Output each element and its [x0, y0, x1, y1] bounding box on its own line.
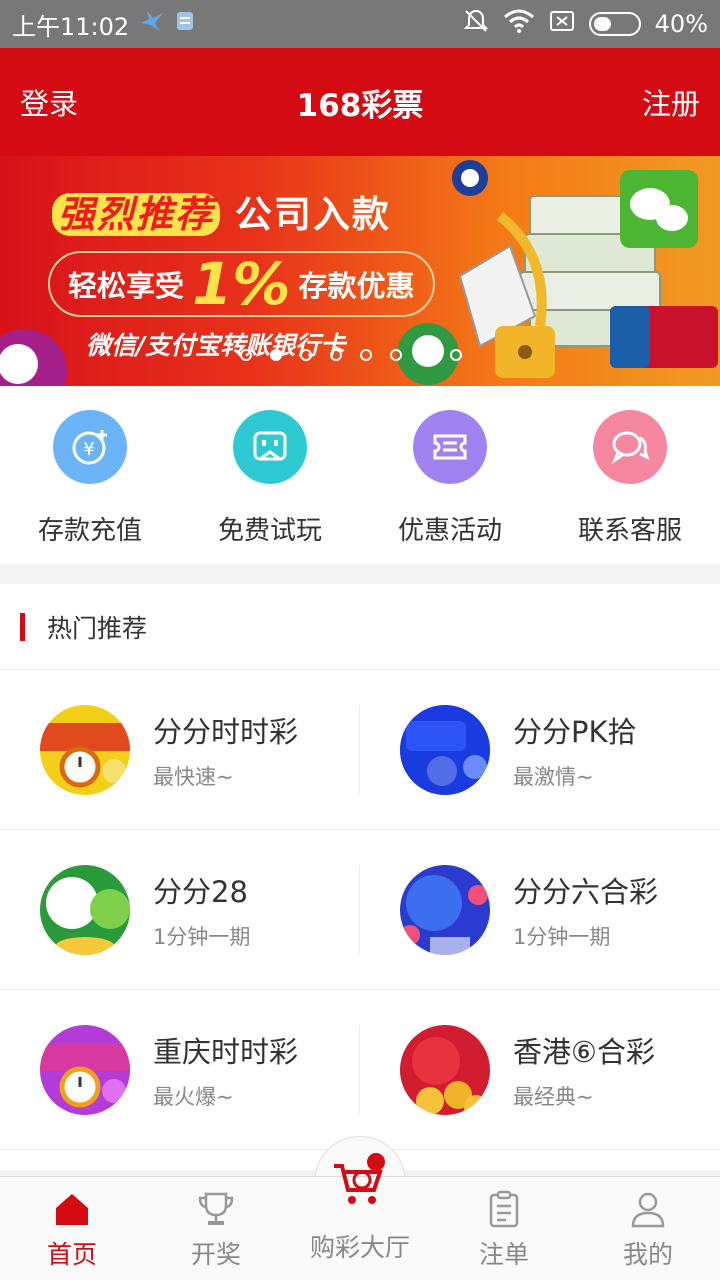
game-name: 分分PK拾: [513, 714, 637, 749]
game-name: 重庆时时彩: [153, 1034, 299, 1069]
lottery-ball-icon: [0, 329, 67, 386]
quick-trial[interactable]: 免费试玩: [180, 386, 360, 564]
carousel-indicator[interactable]: [240, 349, 462, 361]
banner-highlight: 强烈推荐: [52, 193, 220, 236]
page-title: 168彩票: [296, 87, 424, 124]
trial-icon: [233, 410, 307, 484]
quick-support[interactable]: 联系客服: [540, 386, 720, 564]
tab-label: 开奖: [190, 1240, 241, 1269]
carousel-dot[interactable]: [360, 349, 372, 361]
quick-deposit[interactable]: ¥ 存款充值: [0, 386, 180, 564]
carousel-dot[interactable]: [450, 349, 462, 361]
carousel-dot[interactable]: [240, 349, 252, 361]
game-item-ffssc[interactable]: 分分时时彩 最快速~: [0, 670, 360, 830]
ff28-icon: [40, 864, 130, 955]
status-bar: 上午11:02 40%: [0, 0, 720, 48]
banner-headline: 强烈推荐 公司入款: [52, 184, 391, 238]
tab-home[interactable]: 首页: [0, 1177, 144, 1280]
game-desc: 1分钟一期: [153, 924, 251, 949]
game-name: 香港⑥合彩: [513, 1034, 655, 1069]
fflhc-icon: [400, 864, 490, 955]
mute-icon: [463, 8, 489, 40]
ffpk10-icon: [400, 704, 490, 795]
game-item-hklhc[interactable]: 香港⑥合彩 最经典~: [360, 990, 720, 1150]
quick-promotions[interactable]: 优惠活动: [360, 386, 540, 564]
login-button[interactable]: 登录: [20, 81, 78, 123]
promo-banner[interactable]: 强烈推荐 公司入款 轻松享受 1% 存款优惠 微信/支付宝转账银行卡: [0, 156, 720, 386]
banner-offer-percent: 1%: [192, 250, 291, 318]
tab-mine[interactable]: 我的: [576, 1177, 720, 1280]
home-icon: [56, 1194, 88, 1225]
register-button[interactable]: 注册: [642, 81, 700, 123]
banner-offer: 轻松享受 1% 存款优惠: [48, 250, 435, 318]
section-accent-bar: [20, 612, 25, 641]
tab-label: 购彩大厅: [309, 1233, 410, 1262]
carousel-dot[interactable]: [330, 349, 342, 361]
hklhc-icon: [400, 1024, 490, 1115]
game-item-ff28[interactable]: 分分28 1分钟一期: [0, 830, 360, 990]
bird-icon: [139, 9, 165, 39]
tab-orders[interactable]: 注单: [432, 1177, 576, 1280]
deposit-icon: ¥: [53, 410, 127, 484]
wifi-icon: [503, 8, 535, 40]
game-desc: 最火爆~: [153, 1084, 234, 1109]
cqssc-icon: [40, 1024, 130, 1115]
svg-text:¥: ¥: [83, 439, 94, 460]
hot-section: 热门推荐 分分时时彩 最快速~ 分分PK拾 最激情~ 分分28 1分钟一期 分分…: [0, 584, 720, 1170]
tab-label: 首页: [46, 1240, 97, 1269]
game-name: 分分28: [153, 874, 248, 909]
quick-label: 存款充值: [37, 516, 142, 546]
tab-draw-results[interactable]: 开奖: [144, 1177, 288, 1280]
tab-label: 我的: [622, 1240, 673, 1269]
game-desc: 最激情~: [513, 764, 594, 789]
user-icon: [631, 1192, 665, 1228]
carousel-dot[interactable]: [390, 349, 402, 361]
quick-actions: ¥ 存款充值 免费试玩 优惠活动 联系客服: [0, 386, 720, 564]
game-item-cqssc[interactable]: 重庆时时彩 最火爆~: [0, 990, 360, 1150]
tab-lottery-hall[interactable]: 购彩大厅: [290, 1150, 430, 1264]
game-name: 分分时时彩: [153, 714, 299, 749]
carousel-dot[interactable]: [270, 349, 282, 361]
app-header: 登录 168彩票 注册: [0, 48, 720, 156]
no-sim-icon: [549, 9, 575, 39]
tab-label: 注单: [478, 1240, 529, 1269]
trophy-icon: [198, 1192, 234, 1225]
quick-label: 免费试玩: [217, 516, 322, 546]
banner-offer-prefix: 轻松享受: [68, 269, 185, 303]
game-name: 分分六合彩: [513, 874, 659, 909]
game-item-ffpk10[interactable]: 分分PK拾 最激情~: [360, 670, 720, 830]
quick-label: 优惠活动: [397, 516, 502, 546]
ffssc-icon: [40, 704, 130, 795]
game-desc: 最经典~: [513, 1084, 594, 1109]
battery-percent: 40%: [654, 10, 708, 38]
section-title: 热门推荐: [47, 613, 148, 643]
clipboard-icon: [489, 1190, 519, 1228]
section-header: 热门推荐: [0, 584, 720, 670]
chat-icon: [593, 410, 667, 484]
banner-headline-text: 公司入款: [234, 193, 391, 236]
game-item-fflhc[interactable]: 分分六合彩 1分钟一期: [360, 830, 720, 990]
carousel-dot[interactable]: [420, 349, 432, 361]
banner-offer-suffix: 存款优惠: [298, 269, 415, 303]
game-desc: 最快速~: [153, 764, 234, 789]
cart-icon: [334, 1153, 385, 1204]
banner-art: [452, 160, 718, 378]
quick-label: 联系客服: [577, 516, 682, 546]
game-desc: 1分钟一期: [513, 924, 611, 949]
carousel-dot[interactable]: [300, 349, 312, 361]
ticket-icon: [413, 410, 487, 484]
notification-icon: [175, 10, 195, 38]
status-time: 上午11:02: [12, 12, 130, 41]
battery-icon: [588, 12, 641, 36]
